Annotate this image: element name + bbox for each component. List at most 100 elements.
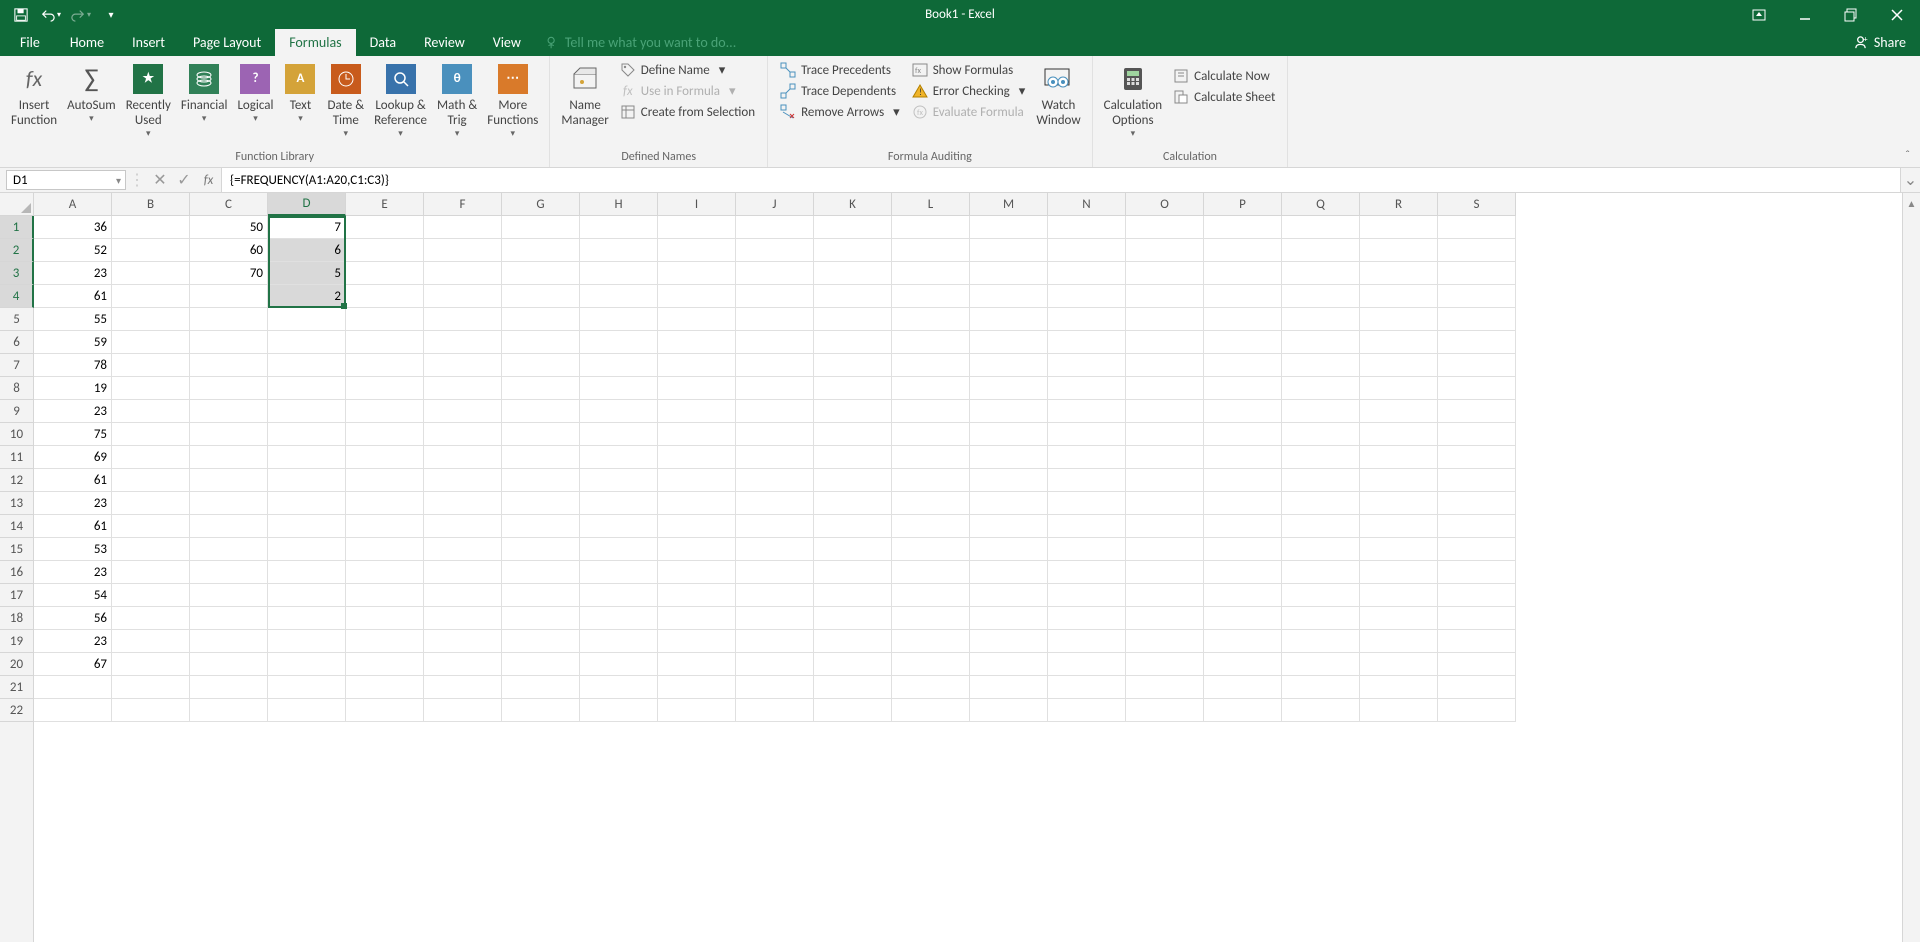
cell[interactable] <box>424 561 502 584</box>
row-header[interactable]: 9 <box>0 400 33 423</box>
cell[interactable] <box>346 331 424 354</box>
cell[interactable] <box>346 630 424 653</box>
cell[interactable] <box>112 538 190 561</box>
cell[interactable] <box>502 239 580 262</box>
cell[interactable] <box>580 239 658 262</box>
cell[interactable] <box>1204 653 1282 676</box>
cell[interactable] <box>1048 584 1126 607</box>
cell[interactable] <box>346 423 424 446</box>
cell[interactable] <box>502 699 580 722</box>
cell[interactable] <box>1360 653 1438 676</box>
cell[interactable] <box>268 561 346 584</box>
cell[interactable] <box>1438 331 1516 354</box>
cell[interactable]: 23 <box>34 630 112 653</box>
cell[interactable] <box>970 515 1048 538</box>
cell[interactable] <box>346 699 424 722</box>
row-header[interactable]: 17 <box>0 584 33 607</box>
date-time-button[interactable]: Date & Time▾ <box>322 58 369 139</box>
cell[interactable] <box>580 607 658 630</box>
cell[interactable] <box>502 584 580 607</box>
cell[interactable] <box>1282 216 1360 239</box>
cell[interactable] <box>658 423 736 446</box>
cell[interactable] <box>892 285 970 308</box>
cell[interactable] <box>658 377 736 400</box>
cell[interactable] <box>1126 400 1204 423</box>
cell[interactable] <box>736 469 814 492</box>
column-header[interactable]: J <box>736 193 814 215</box>
share-button[interactable]: + Share <box>1839 29 1920 56</box>
cell[interactable] <box>1438 308 1516 331</box>
cell[interactable] <box>1282 377 1360 400</box>
cell[interactable]: 61 <box>34 515 112 538</box>
column-header[interactable]: G <box>502 193 580 215</box>
cell[interactable] <box>1126 607 1204 630</box>
cell[interactable] <box>892 377 970 400</box>
cell[interactable] <box>1126 423 1204 446</box>
cell[interactable] <box>580 423 658 446</box>
cell[interactable] <box>112 653 190 676</box>
cell[interactable] <box>112 262 190 285</box>
cell[interactable] <box>658 446 736 469</box>
cell[interactable] <box>1282 630 1360 653</box>
cell[interactable] <box>892 492 970 515</box>
cell[interactable] <box>814 308 892 331</box>
cell[interactable] <box>1048 354 1126 377</box>
cell[interactable] <box>1438 262 1516 285</box>
cell[interactable] <box>346 354 424 377</box>
cell[interactable] <box>1204 446 1282 469</box>
column-header[interactable]: F <box>424 193 502 215</box>
cell[interactable] <box>268 538 346 561</box>
calculate-sheet-button[interactable]: Calculate Sheet <box>1167 87 1281 107</box>
cell[interactable] <box>970 331 1048 354</box>
cell[interactable]: 23 <box>34 492 112 515</box>
cell[interactable] <box>268 653 346 676</box>
cell[interactable] <box>970 423 1048 446</box>
cell[interactable] <box>1048 446 1126 469</box>
row-header[interactable]: 20 <box>0 653 33 676</box>
cell[interactable] <box>814 607 892 630</box>
cell[interactable] <box>190 676 268 699</box>
cell[interactable] <box>502 607 580 630</box>
cell[interactable] <box>658 607 736 630</box>
column-header[interactable]: P <box>1204 193 1282 215</box>
cell[interactable] <box>736 308 814 331</box>
cell[interactable] <box>580 676 658 699</box>
cell[interactable] <box>346 216 424 239</box>
cell[interactable] <box>190 446 268 469</box>
cell[interactable] <box>1360 469 1438 492</box>
cell[interactable] <box>970 446 1048 469</box>
cell[interactable] <box>1360 262 1438 285</box>
cell[interactable] <box>1204 469 1282 492</box>
cell[interactable] <box>346 584 424 607</box>
row-header[interactable]: 19 <box>0 630 33 653</box>
cell[interactable] <box>658 630 736 653</box>
cell[interactable]: 69 <box>34 446 112 469</box>
cell[interactable] <box>112 561 190 584</box>
cell[interactable] <box>1204 377 1282 400</box>
cell[interactable] <box>424 676 502 699</box>
cell[interactable] <box>1438 584 1516 607</box>
ribbon-display-icon[interactable] <box>1736 0 1782 29</box>
cell[interactable] <box>736 423 814 446</box>
cell[interactable] <box>1126 584 1204 607</box>
cell[interactable] <box>1126 262 1204 285</box>
cell[interactable] <box>190 561 268 584</box>
cell[interactable] <box>1360 492 1438 515</box>
remove-arrows-button[interactable]: Remove Arrows ▾ <box>774 102 906 122</box>
cell[interactable] <box>424 607 502 630</box>
column-header[interactable]: E <box>346 193 424 215</box>
column-header[interactable]: N <box>1048 193 1126 215</box>
cell[interactable] <box>190 308 268 331</box>
cell[interactable] <box>502 515 580 538</box>
cell[interactable] <box>892 469 970 492</box>
cell[interactable] <box>112 515 190 538</box>
cell[interactable] <box>1360 607 1438 630</box>
cell[interactable] <box>502 446 580 469</box>
cells-area[interactable]: 3650752606237056125559781923756961236153… <box>34 216 1516 942</box>
cell[interactable] <box>1282 515 1360 538</box>
cell[interactable] <box>346 239 424 262</box>
cell[interactable] <box>268 492 346 515</box>
cell[interactable] <box>736 515 814 538</box>
cell[interactable] <box>268 607 346 630</box>
cell[interactable] <box>424 262 502 285</box>
